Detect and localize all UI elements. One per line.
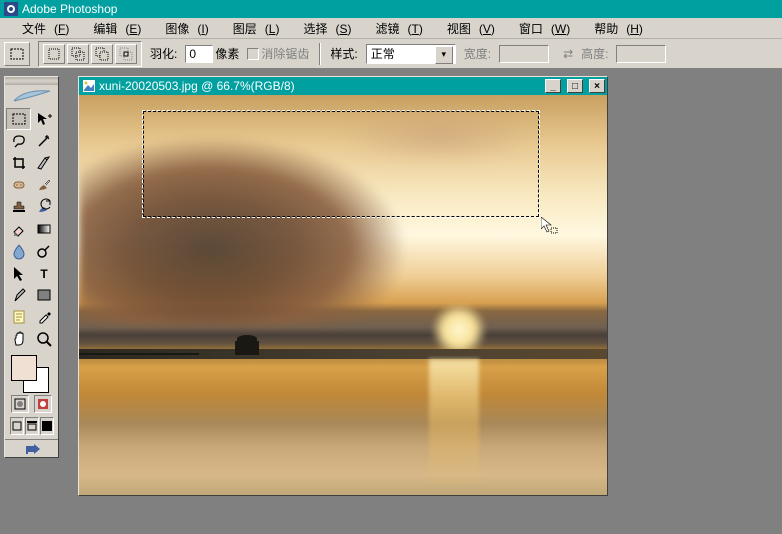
quickmask-mode-icon[interactable] — [34, 395, 52, 413]
menu-edit[interactable]: 编辑(E) — [77, 18, 149, 39]
standard-mode-icon[interactable] — [11, 395, 29, 413]
maximize-button[interactable]: □ — [567, 79, 583, 93]
document-window: xuni-20020503.jpg @ 66.7%(RGB/8) _ □ × — [78, 76, 608, 496]
tool-dodge[interactable] — [32, 240, 57, 262]
tool-blur[interactable] — [6, 240, 31, 262]
tool-grid: T — [5, 107, 58, 351]
tool-notes[interactable] — [6, 306, 31, 328]
options-bar: 羽化: 像素 消除锯齿 样式: 正常 宽度: ⇄ 高度: — [0, 38, 782, 68]
tool-move[interactable] — [32, 108, 57, 130]
mask-mode-row — [5, 393, 58, 415]
toolbox: T — [4, 76, 59, 458]
tool-zoom[interactable] — [32, 328, 57, 350]
marquee-selection[interactable] — [143, 111, 539, 217]
tool-crop[interactable] — [6, 152, 31, 174]
menu-view[interactable]: 视图(V) — [431, 18, 503, 39]
height-input — [616, 45, 666, 63]
document-title: xuni-20020503.jpg @ 66.7%(RGB/8) — [99, 79, 295, 93]
tool-brush[interactable] — [32, 174, 57, 196]
tool-shape[interactable] — [32, 284, 57, 306]
color-swatches — [5, 351, 58, 393]
screen-standard-icon[interactable] — [10, 417, 24, 435]
tool-history-brush[interactable] — [32, 196, 57, 218]
app-icon — [4, 2, 18, 16]
menu-filter[interactable]: 滤镜(T) — [359, 18, 430, 39]
menu-image[interactable]: 图像(I) — [149, 18, 216, 39]
subtract-selection-icon[interactable] — [91, 44, 113, 64]
menu-select[interactable]: 选择(S) — [287, 18, 359, 39]
screen-full-menu-icon[interactable] — [25, 417, 39, 435]
width-input — [499, 45, 549, 63]
style-label: 样式: — [330, 45, 357, 62]
tool-eraser[interactable] — [6, 218, 31, 240]
feather-input[interactable] — [185, 45, 213, 63]
tool-type[interactable]: T — [32, 262, 57, 284]
screen-mode-row — [5, 415, 58, 439]
menu-window[interactable]: 窗口(W) — [503, 18, 578, 39]
tool-slice[interactable] — [32, 152, 57, 174]
tool-lasso[interactable] — [6, 130, 31, 152]
menu-file[interactable]: 文件(F) — [6, 18, 77, 39]
tool-eyedropper[interactable] — [32, 306, 57, 328]
menu-help[interactable]: 帮助(H) — [578, 18, 651, 39]
document-titlebar[interactable]: xuni-20020503.jpg @ 66.7%(RGB/8) _ □ × — [79, 77, 607, 95]
add-selection-icon[interactable] — [67, 44, 89, 64]
app-title: Adobe Photoshop — [22, 2, 117, 16]
new-selection-icon[interactable] — [43, 44, 65, 64]
svg-text:T: T — [40, 267, 48, 281]
height-label: 高度: — [581, 45, 608, 62]
cursor-icon — [541, 217, 557, 233]
tool-hand[interactable] — [6, 328, 31, 350]
jump-to-icon[interactable] — [5, 439, 58, 457]
document-icon — [83, 80, 95, 92]
tool-healing[interactable] — [6, 174, 31, 196]
screen-full-icon[interactable] — [40, 417, 54, 435]
app-titlebar: Adobe Photoshop — [0, 0, 782, 18]
tool-pen[interactable] — [6, 284, 31, 306]
marquee-modes — [38, 41, 142, 67]
menu-layer[interactable]: 图层(L) — [217, 18, 288, 39]
tool-marquee-rect[interactable] — [6, 108, 31, 130]
document-canvas[interactable] — [79, 95, 607, 495]
feather-icon — [5, 85, 58, 107]
tool-path-select[interactable] — [6, 262, 31, 284]
intersect-selection-icon[interactable] — [115, 44, 137, 64]
feather-label: 羽化: — [150, 45, 177, 62]
close-button[interactable]: × — [589, 79, 605, 93]
swap-icon: ⇄ — [563, 47, 573, 61]
antialias-label: 消除锯齿 — [261, 45, 309, 62]
toolbox-drag-handle[interactable] — [5, 77, 58, 85]
tool-wand[interactable] — [32, 130, 57, 152]
antialias-checkbox — [247, 48, 259, 60]
tool-stamp[interactable] — [6, 196, 31, 218]
foreground-color[interactable] — [11, 355, 37, 381]
separator — [319, 43, 320, 65]
feather-unit: 像素 — [215, 45, 239, 62]
workspace: T xuni-20020503.jpg @ 66.7%(RGB/8) _ □ × — [0, 68, 782, 534]
menubar: 文件(F) 编辑(E) 图像(I) 图层(L) 选择(S) 滤镜(T) 视图(V… — [0, 18, 782, 38]
tool-gradient[interactable] — [32, 218, 57, 240]
style-dropdown[interactable]: 正常 — [366, 44, 456, 64]
minimize-button[interactable]: _ — [545, 79, 561, 93]
width-label: 宽度: — [464, 45, 491, 62]
current-tool-icon[interactable] — [4, 42, 30, 66]
